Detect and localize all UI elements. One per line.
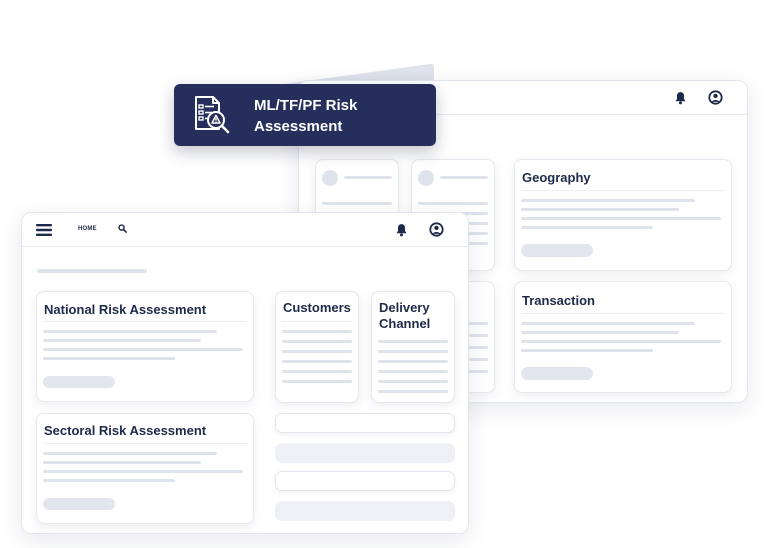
geography-card[interactable]: Geography: [514, 159, 732, 271]
front-window: HOME National Risk Assessment Sectoral R…: [21, 212, 469, 534]
user-icon[interactable]: [708, 90, 723, 105]
transaction-card[interactable]: Transaction: [514, 281, 732, 393]
placeholder-row-1: [275, 413, 455, 433]
menu-icon[interactable]: [36, 224, 52, 236]
sectoral-risk-assessment-card[interactable]: Sectoral Risk Assessment: [36, 413, 254, 524]
bell-icon[interactable]: [674, 91, 687, 105]
national-risk-assessment-card[interactable]: National Risk Assessment: [36, 291, 254, 402]
national-risk-assessment-title: National Risk Assessment: [44, 302, 207, 317]
customers-card-title: Customers: [283, 300, 351, 315]
nav-home-link[interactable]: HOME: [78, 226, 97, 232]
geography-card-title: Geography: [522, 170, 591, 185]
customers-card[interactable]: Customers: [275, 291, 359, 403]
risk-document-search-icon: [195, 96, 230, 134]
placeholder-row-2: [275, 443, 455, 463]
sectoral-risk-assessment-title: Sectoral Risk Assessment: [44, 423, 207, 438]
delivery-channel-card[interactable]: Delivery Channel: [371, 291, 455, 403]
breadcrumb-placeholder: [37, 269, 147, 273]
user-icon[interactable]: [429, 222, 444, 237]
bell-icon[interactable]: [395, 223, 408, 237]
delivery-channel-card-title: Delivery Channel: [379, 300, 431, 331]
badge-title: ML/TF/PF Risk Assessment: [254, 97, 358, 135]
placeholder-row-3: [275, 471, 455, 491]
placeholder-row-4: [275, 501, 455, 521]
risk-assessment-badge: ML/TF/PF Risk Assessment: [174, 84, 436, 146]
transaction-card-title: Transaction: [522, 293, 595, 308]
search-icon[interactable]: [118, 224, 127, 233]
front-window-navbar: HOME: [22, 213, 468, 247]
